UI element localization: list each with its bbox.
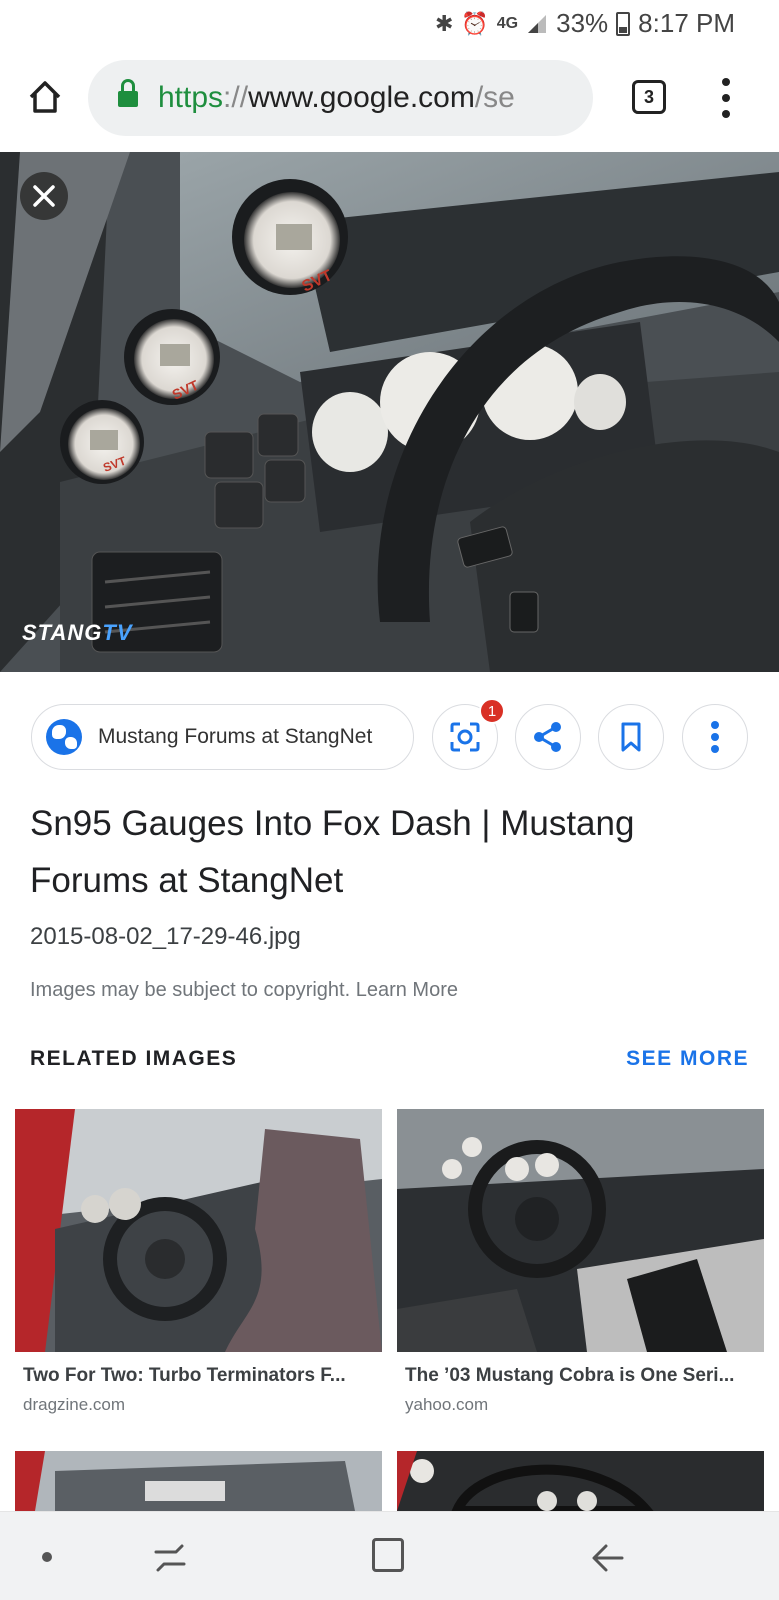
source-actions-row: Mustang Forums at StangNet 1 [0, 698, 779, 774]
related-card[interactable]: Two For Two: Turbo Terminators F... drag… [15, 1109, 382, 1415]
back-icon[interactable] [588, 1538, 628, 1578]
related-title: Two For Two: Turbo Terminators F... [23, 1365, 346, 1386]
status-bar: ✱ ⏰ 4G 33% 8:17 PM [0, 0, 779, 48]
url-path: /se [474, 81, 515, 114]
tab-switcher-button[interactable]: 3 [632, 80, 666, 114]
battery-icon [616, 11, 631, 36]
close-icon [33, 185, 55, 207]
watermark-logo: STANGTV [22, 620, 133, 646]
watermark-tv: TV [102, 620, 133, 645]
related-domain: yahoo.com [405, 1395, 489, 1414]
lens-badge: 1 [479, 698, 505, 724]
related-images-heading: RELATED IMAGES [30, 1047, 238, 1070]
dashboard-photo: SVT SVT SVT [0, 152, 779, 672]
more-options-button[interactable] [682, 704, 748, 770]
signal-icon [528, 14, 547, 33]
share-icon [534, 722, 561, 752]
home-button[interactable] [20, 72, 70, 122]
related-thumbnail[interactable] [15, 1109, 382, 1352]
watermark-text: STANG [22, 620, 103, 645]
more-vert-icon [711, 721, 719, 753]
address-bar[interactable]: https://www.google.com/se [88, 60, 593, 136]
result-title[interactable]: Sn95 Gauges Into Fox Dash | Mustang Foru… [30, 795, 750, 909]
copyright-notice[interactable]: Images may be subject to copyright. Lear… [30, 979, 458, 1002]
result-filename: 2015-08-02_17-29-46.jpg [30, 923, 301, 950]
bluetooth-icon: ✱ [434, 10, 454, 36]
browser-menu-button[interactable] [716, 78, 736, 118]
url-scheme: https [158, 81, 224, 114]
related-title: The ’03 Mustang Cobra is One Seri... [405, 1365, 735, 1386]
alarm-icon: ⏰ [461, 10, 489, 36]
related-thumbnail[interactable] [397, 1109, 764, 1352]
globe-icon [46, 719, 82, 755]
recent-apps-icon[interactable] [150, 1538, 190, 1578]
share-button[interactable] [515, 704, 581, 770]
source-label: Mustang Forums at StangNet [98, 725, 373, 748]
network-type: 4G [496, 14, 519, 32]
nav-dot-icon[interactable] [42, 1552, 52, 1562]
status-icons: ✱ ⏰ 4G 33% 8:17 PM [435, 8, 735, 39]
related-domain: dragzine.com [23, 1395, 126, 1414]
close-button[interactable] [20, 172, 68, 220]
visit-source-chip[interactable]: Mustang Forums at StangNet [31, 704, 414, 770]
bookmark-icon [621, 722, 641, 752]
clock: 8:17 PM [638, 8, 735, 38]
see-more-link[interactable]: SEE MORE [626, 1047, 749, 1071]
save-button[interactable] [598, 704, 664, 770]
battery-percent: 33% [556, 8, 609, 38]
lock-icon [118, 79, 138, 109]
related-thumbnail[interactable] [397, 1451, 764, 1511]
url-host: www.google.com [248, 81, 475, 114]
browser-toolbar: https://www.google.com/se 3 [0, 52, 779, 148]
home-nav-icon[interactable] [372, 1538, 404, 1572]
related-card[interactable]: The ’03 Mustang Cobra is One Seri... yah… [397, 1109, 764, 1415]
system-nav-bar [0, 1511, 779, 1600]
hero-image: SVT SVT SVT STANGTV [0, 152, 779, 672]
lens-icon [450, 722, 480, 752]
url-text[interactable]: https://www.google.com/se [158, 81, 515, 115]
url-separator: :// [223, 81, 249, 114]
home-icon [29, 81, 61, 113]
related-thumbnail[interactable] [15, 1451, 382, 1511]
